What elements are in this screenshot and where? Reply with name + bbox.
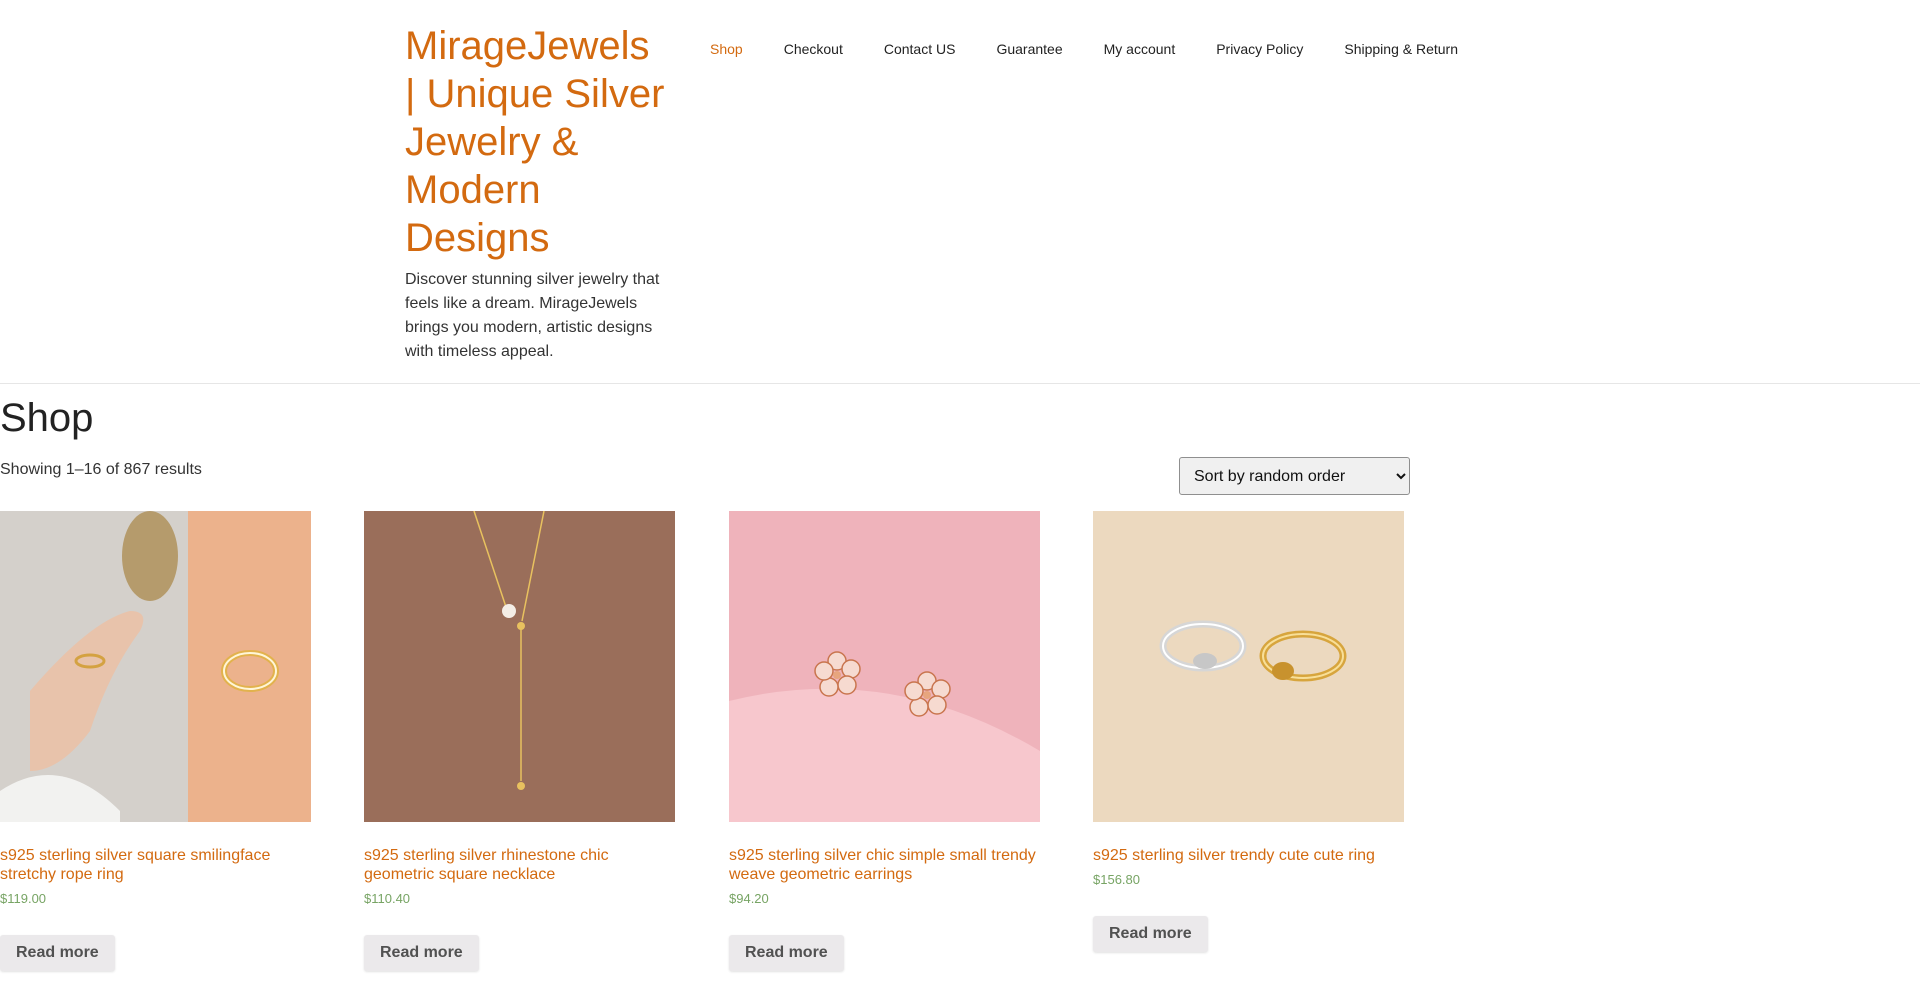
product-card: s925 sterling silver chic simple small t…	[729, 511, 1040, 971]
nav-item-guarantee[interactable]: Guarantee	[996, 40, 1062, 58]
nav-item-contact-us[interactable]: Contact US	[884, 40, 956, 58]
sort-select[interactable]: Sort by random order	[1179, 457, 1410, 495]
product-price: $156.80	[1093, 872, 1140, 887]
product-image[interactable]	[729, 511, 1040, 822]
read-more-button[interactable]: Read more	[0, 935, 115, 971]
result-count: Showing 1–16 of 867 results	[0, 461, 202, 478]
nav-item-privacy-policy[interactable]: Privacy Policy	[1216, 40, 1303, 58]
read-more-button[interactable]: Read more	[364, 935, 479, 971]
page-title: Shop	[0, 396, 94, 440]
product-image[interactable]	[1093, 511, 1404, 822]
product-price: $94.20	[729, 891, 769, 906]
primary-nav: Shop Checkout Contact US Guarantee My ac…	[710, 40, 1499, 58]
product-title[interactable]: s925 sterling silver chic simple small t…	[729, 846, 1040, 884]
nav-item-my-account[interactable]: My account	[1104, 40, 1176, 58]
read-more-button[interactable]: Read more	[729, 935, 844, 971]
product-card: s925 sterling silver rhinestone chic geo…	[364, 511, 675, 971]
nav-item-shipping-return[interactable]: Shipping & Return	[1344, 40, 1458, 58]
product-card: s925 sterling silver square smilingface …	[0, 511, 311, 971]
product-card: s925 sterling silver trendy cute cute ri…	[1093, 511, 1404, 952]
read-more-button[interactable]: Read more	[1093, 916, 1208, 952]
site-title-link[interactable]: MirageJewels | Unique Silver Jewelry & M…	[405, 22, 670, 262]
nav-item-shop[interactable]: Shop	[710, 40, 743, 58]
site-header: MirageJewels | Unique Silver Jewelry & M…	[0, 0, 1920, 384]
product-price: $119.00	[0, 891, 47, 906]
site-branding: MirageJewels | Unique Silver Jewelry & M…	[405, 22, 670, 364]
product-title[interactable]: s925 sterling silver square smilingface …	[0, 846, 311, 884]
site-description: Discover stunning silver jewelry that fe…	[405, 271, 660, 360]
product-image[interactable]	[364, 511, 675, 822]
nav-item-checkout[interactable]: Checkout	[784, 40, 843, 58]
product-image[interactable]	[0, 511, 311, 822]
product-title[interactable]: s925 sterling silver rhinestone chic geo…	[364, 846, 675, 884]
product-price: $110.40	[364, 891, 411, 906]
product-title[interactable]: s925 sterling silver trendy cute cute ri…	[1093, 846, 1404, 865]
